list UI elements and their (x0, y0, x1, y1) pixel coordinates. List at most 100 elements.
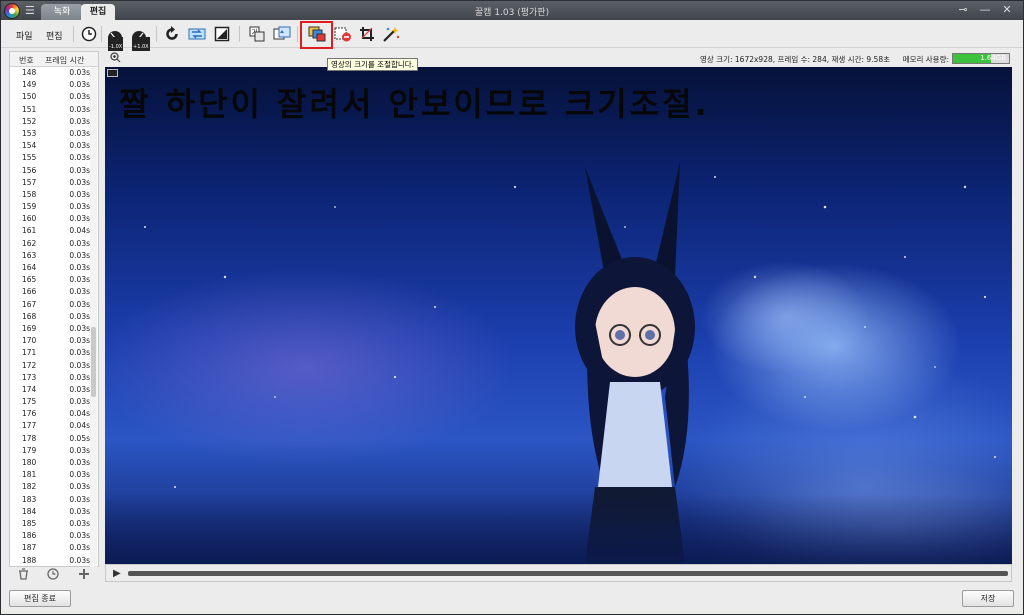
frame-row[interactable]: 175 0.03s (10, 396, 90, 408)
delete-frames-icon[interactable] (333, 24, 353, 44)
frame-time: 0.03s (69, 445, 90, 455)
frame-row[interactable]: 171 0.03s (10, 347, 90, 359)
frame-number: 148 (22, 68, 37, 77)
frame-row[interactable]: 180 0.03s (10, 457, 90, 469)
frame-row[interactable]: 174 0.03s (10, 384, 90, 396)
frame-row[interactable]: 165 0.03s (10, 274, 90, 286)
frame-time: 0.03s (69, 263, 90, 272)
frame-row[interactable]: 187 0.03s (10, 542, 90, 554)
frame-time: 0.03s (69, 311, 90, 321)
toolbar-separator (239, 26, 240, 42)
frame-row[interactable]: 158 0.03s (10, 189, 90, 201)
frame-row[interactable]: 181 0.03s (10, 469, 90, 481)
frame-number: 154 (22, 141, 37, 151)
frame-row[interactable]: 162 0.03s (10, 238, 90, 250)
frame-row[interactable]: 156 0.03s (10, 165, 90, 177)
frame-number: 186 (22, 531, 37, 541)
frame-row[interactable]: 186 0.03s (10, 530, 90, 542)
play-icon[interactable]: ▶ (113, 568, 121, 579)
frame-number: 174 (22, 384, 37, 394)
zoom-icon[interactable] (110, 52, 121, 66)
frame-row[interactable]: 153 0.03s (10, 128, 90, 140)
image-insert-icon[interactable] (272, 24, 292, 44)
frame-number: 188 (22, 555, 37, 565)
frame-time: 0.03s (69, 323, 90, 333)
end-edit-button[interactable]: 편집 종료 (9, 590, 71, 607)
frame-row[interactable]: 151 0.03s (10, 104, 90, 116)
add-icon[interactable] (78, 568, 90, 583)
frame-row[interactable]: 168 0.03s (10, 311, 90, 323)
menu-file[interactable]: 파일 (16, 29, 33, 42)
column-header-number[interactable]: 번호 (19, 55, 34, 66)
frame-row[interactable]: 183 0.03s (10, 494, 90, 506)
frame-time: 0.03s (69, 202, 90, 212)
frame-row[interactable]: 188 0.03s (10, 555, 90, 567)
frame-number: 181 (22, 470, 37, 480)
frame-row[interactable]: 160 0.03s (10, 213, 90, 225)
frame-time: 0.03s (69, 165, 90, 175)
frame-time: 0.03s (69, 104, 90, 114)
frame-number: 161 (22, 226, 37, 236)
frame-row[interactable]: 170 0.03s (10, 335, 90, 347)
frame-time-icon[interactable] (79, 24, 99, 44)
speed-up-icon[interactable]: +1.0X (129, 24, 150, 57)
frame-time: 0.03s (69, 482, 90, 492)
column-header-frame-time[interactable]: 프레임 시간 (45, 55, 84, 66)
frame-number: 159 (22, 202, 37, 212)
frame-number: 169 (22, 323, 37, 333)
frame-row[interactable]: 179 0.03s (10, 445, 90, 457)
frame-row[interactable]: 159 0.03s (10, 201, 90, 213)
frame-row[interactable]: 157 0.03s (10, 177, 90, 189)
menu-edit[interactable]: 편집 (46, 29, 63, 42)
frame-row[interactable]: 184 0.03s (10, 506, 90, 518)
save-button[interactable]: 저장 (962, 590, 1014, 607)
frame-row[interactable]: 148 0.03s (10, 67, 90, 79)
frame-number: 180 (22, 458, 37, 467)
close-button[interactable]: ✕ (999, 3, 1015, 17)
frame-time: 0.03s (69, 384, 90, 394)
frame-row[interactable]: 178 0.05s (10, 433, 90, 445)
frame-row[interactable]: 177 0.04s (10, 420, 90, 432)
frame-number: 175 (22, 397, 37, 407)
frame-row[interactable]: 185 0.03s (10, 518, 90, 530)
frame-row[interactable]: 166 0.03s (10, 286, 90, 298)
frame-row[interactable]: 164 0.03s (10, 262, 90, 274)
frame-row[interactable]: 169 0.03s (10, 323, 90, 335)
frame-row[interactable]: 154 0.03s (10, 140, 90, 152)
frame-number: 168 (22, 311, 37, 321)
preview-header: 영상 크기: 1672x928, 프레임 수: 284, 재생 시간: 9.58… (105, 51, 1012, 67)
frame-row[interactable]: 163 0.03s (10, 250, 90, 262)
frame-number: 155 (22, 153, 37, 163)
crop-icon[interactable] (357, 24, 377, 44)
playback-track[interactable] (128, 571, 1008, 576)
clock-icon[interactable] (47, 567, 60, 583)
minimize-button[interactable]: — (977, 3, 993, 17)
frame-row[interactable]: 182 0.03s (10, 481, 90, 493)
frame-row[interactable]: 176 0.04s (10, 408, 90, 420)
reverse-icon[interactable] (162, 24, 182, 44)
key-icon[interactable]: ⊸ (955, 3, 971, 17)
speed-down-icon[interactable]: -1.0X (105, 24, 125, 57)
frame-number: 153 (22, 128, 37, 138)
frame-row[interactable]: 152 0.03s (10, 116, 90, 128)
frame-time: 0.03s (69, 128, 90, 138)
frame-time: 0.03s (69, 80, 90, 90)
frame-row[interactable]: 150 0.03s (10, 91, 90, 103)
frame-number: 185 (22, 518, 37, 528)
frame-row[interactable]: 161 0.04s (10, 225, 90, 237)
frame-row[interactable]: 149 0.03s (10, 79, 90, 91)
yoyo-icon[interactable] (187, 24, 207, 44)
text-insert-icon[interactable]: 가 (247, 24, 267, 44)
frame-list-scrollbar[interactable] (90, 67, 97, 567)
frame-image-icon[interactable] (212, 24, 232, 44)
frame-time: 0.03s (69, 348, 90, 358)
frame-row[interactable]: 173 0.03s (10, 372, 90, 384)
frame-row[interactable]: 167 0.03s (10, 299, 90, 311)
trash-icon[interactable] (18, 567, 29, 583)
frame-row[interactable]: 172 0.03s (10, 360, 90, 372)
scrollbar-thumb[interactable] (91, 327, 96, 397)
frame-row[interactable]: 155 0.03s (10, 152, 90, 164)
video-preview[interactable]: 짤 하단이 잘려서 안보이므로 크기조절. (105, 67, 1012, 564)
effects-wand-icon[interactable] (381, 24, 401, 44)
video-caption-text[interactable]: 짤 하단이 잘려서 안보이므로 크기조절. (119, 79, 710, 125)
